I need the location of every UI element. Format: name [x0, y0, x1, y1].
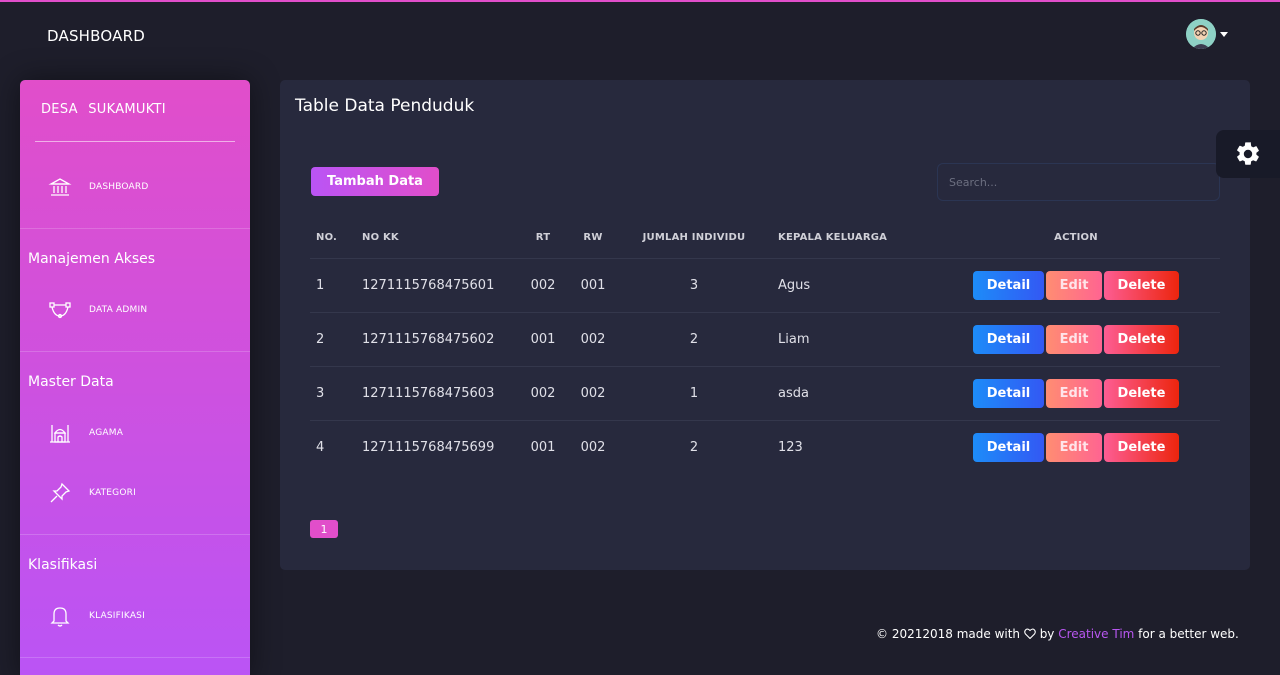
cell-no: 3 — [310, 366, 356, 421]
sidebar: DESA SUKAMUKTI DASHBOARD Manajemen Akses… — [20, 80, 250, 675]
column-header: JUMLAH INDIVIDU — [616, 217, 772, 259]
section-heading: Master Data — [28, 374, 114, 390]
chevron-down-icon — [1220, 31, 1228, 37]
detail-button[interactable]: Detail — [973, 270, 1044, 300]
cell-rw: 002 — [570, 312, 616, 367]
cell-rw: 001 — [570, 258, 616, 313]
cell-jumlah-individu: 2 — [689, 439, 699, 455]
footer: © 20212018 made with by Creative Tim for… — [876, 627, 1239, 641]
sidebar-separator — [20, 534, 250, 535]
table-row: 4 1271115768475699 001 002 2 123 Detail E… — [310, 420, 1220, 474]
data-table: NO. NO KK RT RW JUMLAH INDIVIDU KEPALA K… — [310, 217, 1220, 474]
sidebar-separator — [20, 228, 250, 229]
table-header-row: NO. NO KK RT RW JUMLAH INDIVIDU KEPALA K… — [310, 217, 1220, 259]
sidebar-separator — [20, 657, 250, 658]
sidebar-logo[interactable]: DESA SUKAMUKTI — [41, 102, 166, 117]
cell-kepala-keluarga: Agus — [772, 258, 932, 313]
cell-jumlah-individu: 1 — [616, 366, 772, 421]
cell-rt: 002 — [516, 258, 570, 313]
delete-button[interactable]: Delete — [1104, 324, 1179, 354]
cell-kepala-keluarga: Liam — [772, 312, 932, 367]
column-header: ACTION — [932, 217, 1220, 259]
sidebar-separator — [20, 351, 250, 352]
user-menu-toggle[interactable] — [1186, 19, 1228, 49]
column-header: KEPALA KELUARGA — [772, 217, 932, 259]
section-heading: Manajemen Akses — [28, 251, 156, 267]
page-title: Table Data Penduduk — [295, 96, 475, 116]
cell-jumlah-individu: 2 — [616, 312, 772, 367]
mosque-icon — [50, 425, 70, 443]
edit-button[interactable]: Edit — [1046, 432, 1102, 462]
detail-button[interactable]: Detail — [973, 378, 1044, 408]
cell-no: 4 — [316, 439, 325, 455]
cell-jumlah-individu: 3 — [616, 258, 772, 313]
table-row: 3 1271115768475603 002 002 1 asda Detail… — [310, 366, 1220, 421]
cell-no: 1 — [310, 258, 356, 313]
cell-action: Detail Edit Delete — [932, 312, 1220, 367]
footer-text: © 20212018 made with — [876, 627, 1021, 641]
cell-no-kk: 1271115768475601 — [356, 258, 516, 313]
sidebar-item-dashboard[interactable]: DASHBOARD — [48, 172, 149, 202]
column-header: NO KK — [356, 217, 516, 259]
navbar-brand[interactable]: DASHBOARD — [47, 27, 145, 45]
cell-rw: 002 — [580, 439, 606, 455]
column-header: NO. — [310, 217, 356, 259]
creative-tim-link[interactable]: Creative Tim — [1058, 627, 1134, 641]
sidebar-item-label: DATA ADMIN — [89, 305, 148, 315]
delete-button[interactable]: Delete — [1104, 378, 1179, 408]
settings-toggle[interactable] — [1216, 130, 1280, 178]
add-data-button[interactable]: Tambah Data — [311, 167, 439, 196]
cell-action: Detail Edit Delete — [932, 366, 1220, 421]
search-input[interactable] — [937, 163, 1220, 201]
cell-kepala-keluarga: asda — [772, 366, 932, 421]
bank-icon — [48, 178, 72, 196]
sidebar-item-label: DASHBOARD — [89, 182, 149, 192]
bezier-icon — [49, 302, 71, 319]
cell-no: 2 — [310, 312, 356, 367]
edit-button[interactable]: Edit — [1046, 324, 1102, 354]
sidebar-item-data-admin[interactable]: DATA ADMIN — [48, 295, 147, 325]
avatar — [1186, 19, 1216, 49]
detail-button[interactable]: Detail — [973, 432, 1044, 462]
heart-icon — [1024, 628, 1036, 640]
table-row: 2 1271115768475602 001 002 2 Liam Detail… — [310, 312, 1220, 367]
sidebar-item-label: AGAMA — [89, 428, 124, 438]
cell-no-kk: 1271115768475603 — [356, 366, 516, 421]
delete-button[interactable]: Delete — [1104, 432, 1179, 462]
cell-action: Detail Edit Delete — [932, 258, 1220, 313]
cell-rt: 002 — [516, 366, 570, 421]
cell-rw: 002 — [570, 366, 616, 421]
sidebar-divider — [35, 141, 235, 142]
table-row: 1 1271115768475601 002 001 3 Agus Detail… — [310, 258, 1220, 313]
cell-kepala-keluarga: 123 — [778, 439, 803, 455]
cell-no-kk: 1271115768475699 — [362, 439, 495, 455]
footer-by: by — [1039, 627, 1055, 641]
sidebar-item-label: KATEGORI — [89, 488, 136, 498]
cell-rt: 001 — [530, 439, 556, 455]
column-header: RT — [516, 217, 570, 259]
cell-no-kk: 1271115768475602 — [356, 312, 516, 367]
delete-button[interactable]: Delete — [1104, 270, 1179, 300]
sidebar-item-label: KLASIFIKASI — [89, 611, 145, 621]
sidebar-item-klasifikasi[interactable]: KLASIFIKASI — [48, 601, 145, 631]
sidebar-item-kategori[interactable]: KATEGORI — [48, 478, 136, 508]
footer-suffix: for a better web. — [1138, 627, 1239, 641]
cell-action: Detail Edit Delete — [932, 420, 1220, 474]
detail-button[interactable]: Detail — [973, 324, 1044, 354]
edit-button[interactable]: Edit — [1046, 378, 1102, 408]
gear-icon — [1237, 142, 1259, 165]
edit-button[interactable]: Edit — [1046, 270, 1102, 300]
pagination-page-1[interactable]: 1 — [310, 520, 338, 538]
cell-rt: 001 — [516, 312, 570, 367]
sidebar-item-agama[interactable]: AGAMA — [48, 418, 123, 448]
bell-icon — [50, 607, 70, 627]
section-heading: Klasifikasi — [28, 557, 98, 573]
data-card: Table Data Penduduk Tambah Data NO. NO K… — [280, 80, 1250, 570]
pin-icon — [50, 482, 71, 503]
column-header: RW — [570, 217, 616, 259]
top-accent-line — [0, 0, 1280, 2]
